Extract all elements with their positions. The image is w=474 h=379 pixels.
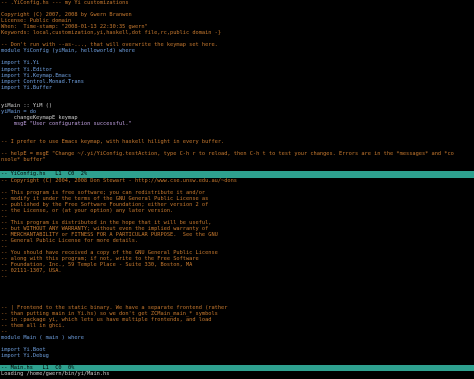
- code-line: -- helpE = msgE "Change ~/.yi/YiConfig.t…: [1, 151, 454, 158]
- bottom-modeline: -- Main.hs L1 C0 0%: [0, 364, 474, 372]
- bottom-buffer-pane[interactable]: -- Copyright (C) 2004, 2008 Don Stewart …: [0, 178, 474, 365]
- top-modeline: -- YiConfig.hs L1 C0 2%: [0, 171, 474, 178]
- minibuffer[interactable]: Loading /home/gwern/bin/yi/Main.hs: [0, 371, 474, 378]
- code-line: import Yi.Debug: [1, 352, 49, 359]
- top-buffer-pane[interactable]: -- .YiConfig.hs --- my Yi customizations…: [0, 0, 474, 171]
- editor-window: -- .YiConfig.hs --- my Yi customizations…: [0, 0, 474, 379]
